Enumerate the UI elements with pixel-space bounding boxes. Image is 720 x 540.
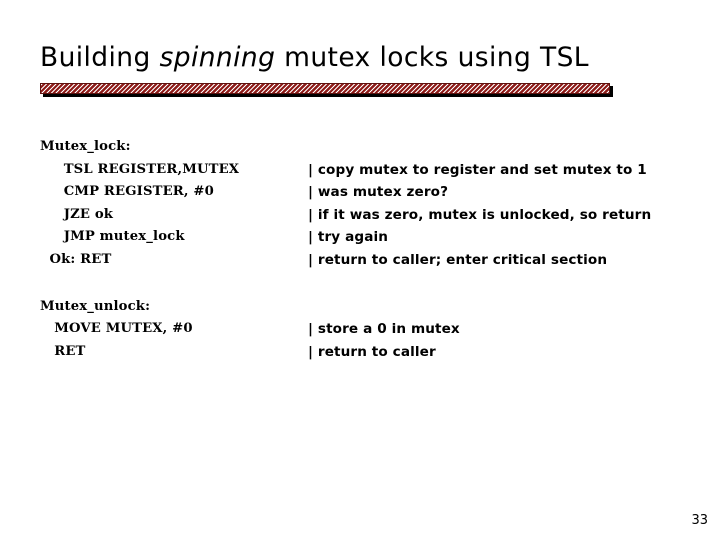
title-rule-hatched-bar [40,83,610,94]
code-instruction: MOVE MUTEX, #0 [40,321,193,337]
slide-canvas: Building spinning mutex locks using TSL … [0,0,720,540]
code-comment: | copy mutex to register and set mutex t… [308,161,647,178]
code-comment: | try again [308,229,389,246]
code-comment: | return to caller; enter critical secti… [308,251,608,268]
code-instruction: TSL REGISTER,MUTEX [40,161,240,177]
mutex-lock-routine: Mutex_lock: TSL REGISTER,MUTEX | copy mut… [40,136,700,272]
code-row: TSL REGISTER,MUTEX | copy mutex to regist… [40,159,700,182]
code-instruction: RET [40,343,86,359]
page-title-run-0: Building [40,42,160,73]
code-listing: Mutex_lock: TSL REGISTER,MUTEX | copy mut… [40,136,700,363]
code-row: Mutex_unlock: [40,296,700,319]
code-comment: | store a 0 in mutex [308,321,460,338]
title-underline-rule [40,83,613,97]
code-row: JZE ok | if it was zero, mutex is unlocke… [40,204,700,227]
page-title: Building spinning mutex locks using TSL [40,41,680,75]
page-number: 33 [691,513,708,528]
page-title-run-2: mutex locks using TSL [275,42,589,73]
title-block: Building spinning mutex locks using TSL [40,41,680,83]
code-row: Mutex_lock: [40,136,700,159]
code-row: JMP mutex_lock | try again [40,226,700,249]
code-instruction: CMP REGISTER, #0 [40,184,214,200]
code-comment: | if it was zero, mutex is unlocked, so … [308,206,652,223]
code-instruction: Mutex_lock: [40,139,131,154]
code-row: Ok: RET | return to caller; enter critica… [40,249,700,272]
code-block-spacer [40,272,700,296]
mutex-unlock-routine: Mutex_unlock: MOVE MUTEX, #0 | store a 0 … [40,296,700,364]
code-instruction: JZE ok [40,206,114,222]
code-row: RET | return to caller [40,341,700,364]
page-title-run-1: spinning [159,42,276,73]
code-row: MOVE MUTEX, #0 | store a 0 in mutex [40,318,700,341]
code-comment: | was mutex zero? [308,184,449,201]
code-row: CMP REGISTER, #0 | was mutex zero? [40,181,700,204]
code-comment: | return to caller [308,343,436,360]
code-instruction: JMP mutex_lock [40,229,185,245]
code-instruction: Ok: RET [40,251,112,267]
code-instruction: Mutex_unlock: [40,298,151,314]
